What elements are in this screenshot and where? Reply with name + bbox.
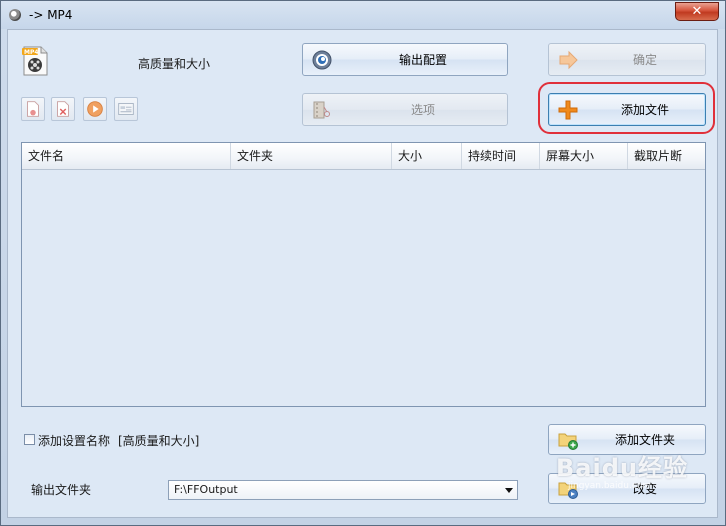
toolbar-info-button[interactable]	[114, 97, 138, 121]
remove-file-icon	[27, 101, 39, 117]
options-button[interactable]: 选项	[302, 93, 508, 126]
output-config-button[interactable]: 输出配置	[302, 43, 508, 76]
clear-list-icon	[57, 101, 69, 117]
arrow-right-icon	[559, 50, 578, 69]
add-folder-label: 添加文件夹	[614, 433, 675, 447]
toolbar-play-button[interactable]	[83, 97, 107, 121]
ok-button[interactable]: 确定	[548, 43, 706, 76]
add-setting-name-checkbox[interactable]	[24, 434, 35, 445]
output-folder-select[interactable]: F:\FFOutput	[168, 480, 518, 500]
play-icon	[87, 101, 103, 117]
output-folder-value: F:\FFOutput	[174, 483, 238, 496]
svg-text:MP4: MP4	[24, 49, 39, 56]
mp4-file-icon: MP4	[22, 46, 48, 76]
column-clip[interactable]: 截取片断	[628, 143, 705, 169]
toolbar-clear-button[interactable]	[51, 97, 75, 121]
media-info-icon	[118, 103, 134, 115]
ok-label: 确定	[632, 53, 657, 67]
column-duration[interactable]: 持续时间	[462, 143, 540, 169]
add-folder-button[interactable]: 添加文件夹	[548, 424, 706, 455]
toolbar-remove-button[interactable]	[21, 97, 45, 121]
baidu-watermark-url: jingyan.baidu.com	[568, 481, 652, 491]
output-folder-label: 输出文件夹	[31, 483, 92, 497]
app-icon	[9, 9, 21, 21]
file-list[interactable]: 文件名 文件夹 大小 持续时间 屏幕大小 截取片断	[21, 142, 706, 407]
output-config-label: 输出配置	[398, 53, 447, 67]
folder-add-icon	[558, 433, 578, 450]
preset-tag: [高质量和大小]	[118, 434, 200, 448]
column-size[interactable]: 大小	[392, 143, 462, 169]
film-scissors-icon	[313, 101, 330, 118]
settings-gear-icon	[312, 50, 332, 69]
window-title: -> MP4	[29, 8, 73, 22]
title-bar[interactable]: -> MP4 ✕	[1, 1, 725, 29]
column-filename[interactable]: 文件名	[22, 143, 231, 169]
annotation-highlight-ring	[538, 82, 715, 134]
column-folder[interactable]: 文件夹	[231, 143, 392, 169]
column-screen-size[interactable]: 屏幕大小	[540, 143, 628, 169]
dropdown-arrow-icon	[505, 488, 513, 493]
preset-name: 高质量和大小	[138, 57, 211, 71]
file-list-header: 文件名 文件夹 大小 持续时间 屏幕大小 截取片断	[22, 143, 705, 170]
close-button[interactable]: ✕	[675, 2, 719, 21]
options-label: 选项	[410, 103, 435, 117]
add-setting-name-label[interactable]: 添加设置名称	[38, 432, 110, 449]
